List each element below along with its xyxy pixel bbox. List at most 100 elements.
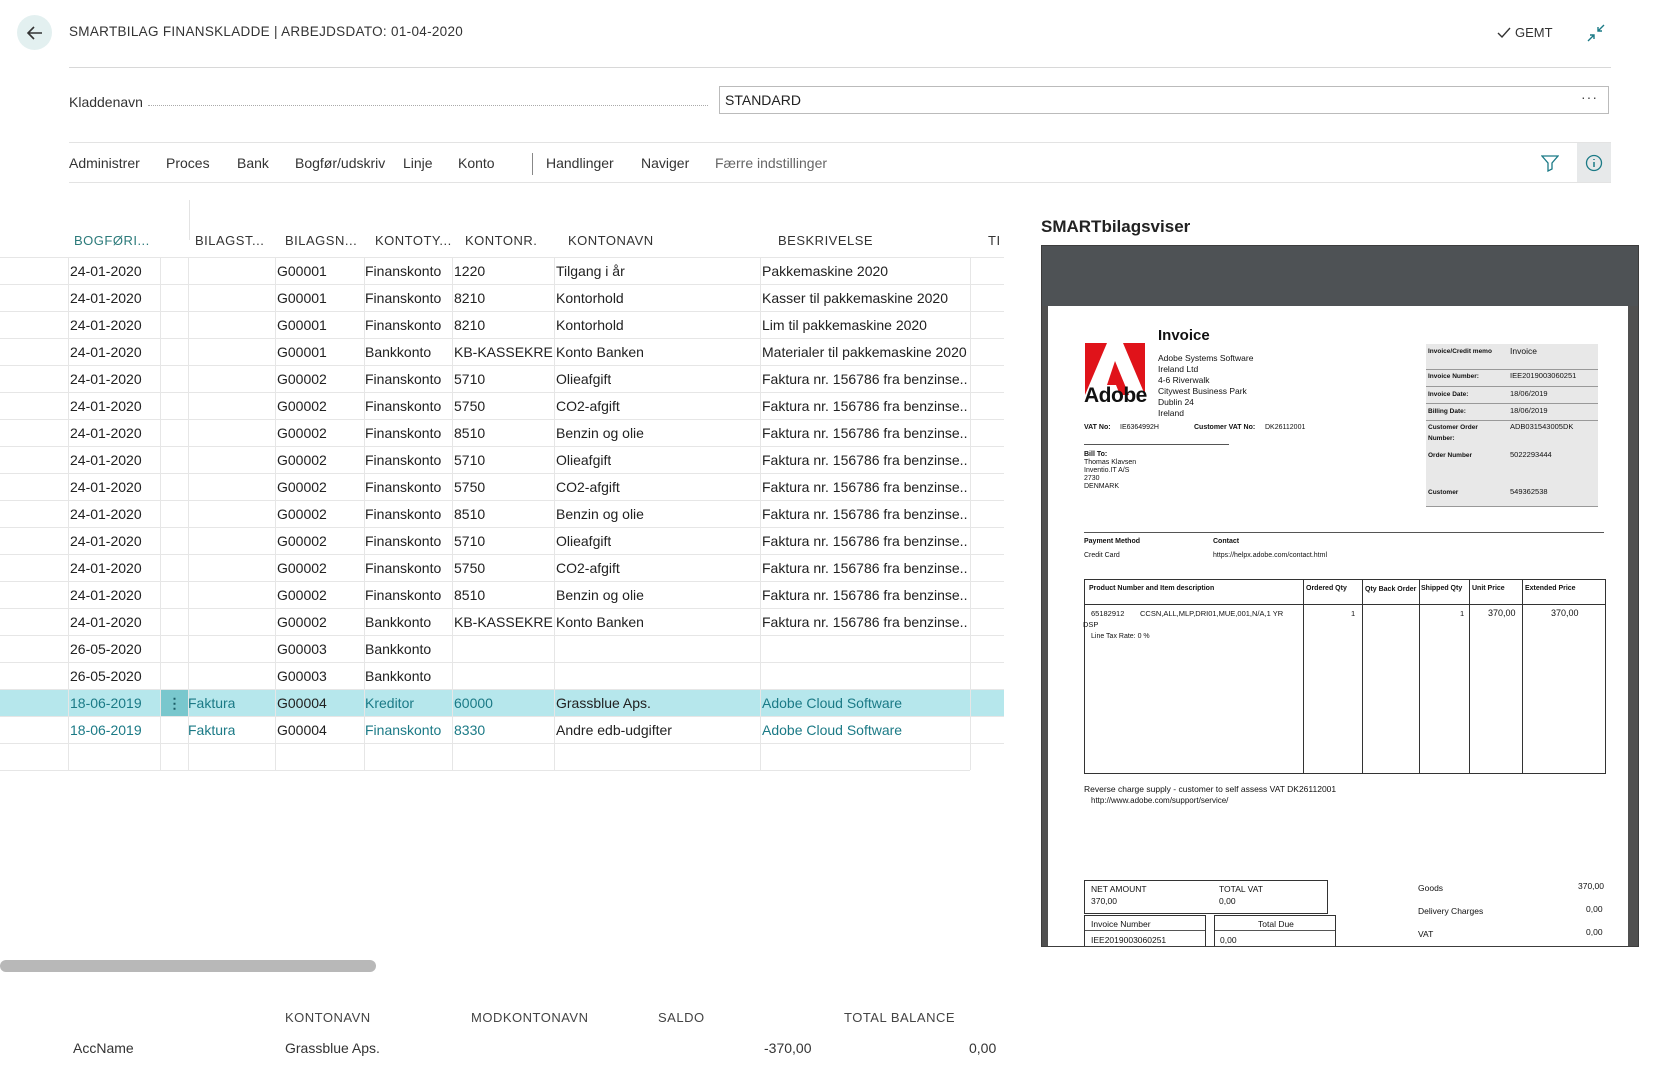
cell-date[interactable]: 24-01-2020: [70, 614, 142, 630]
cell-account-no[interactable]: 1220: [454, 263, 485, 279]
cell-account-no[interactable]: 8330: [454, 722, 485, 738]
cell-date[interactable]: 24-01-2020: [70, 263, 142, 279]
action-linje[interactable]: Linje: [403, 155, 433, 171]
cell-account-name[interactable]: Benzin og olie: [556, 587, 644, 603]
cell-description[interactable]: Faktura nr. 156786 fra benzinse...: [762, 479, 968, 495]
cell-account-name[interactable]: CO2-afgift: [556, 560, 620, 576]
cell-doc-no[interactable]: G00002: [277, 560, 327, 576]
lookup-more-icon[interactable]: ···: [1581, 89, 1598, 105]
table-row[interactable]: ⋮ 18-06-2019 Faktura G00004 Kreditor 60000 Gra…: [0, 689, 1004, 716]
cell-date[interactable]: 24-01-2020: [70, 344, 142, 360]
cell-date[interactable]: 26-05-2020: [70, 641, 142, 657]
table-row[interactable]: 24-01-2020 G00002 Finanskonto 5710 Olieafgif…: [0, 527, 1004, 554]
cell-description[interactable]: Faktura nr. 156786 fra benzinse...: [762, 506, 968, 522]
cell-doc-no[interactable]: G00004: [277, 722, 327, 738]
cell-account-type[interactable]: Finanskonto: [365, 398, 441, 414]
cell-account-no[interactable]: 8210: [454, 317, 485, 333]
cell-description[interactable]: Faktura nr. 156786 fra benzinse...: [762, 425, 968, 441]
cell-doc-no[interactable]: G00002: [277, 506, 327, 522]
filter-icon[interactable]: [1541, 154, 1559, 172]
cell-description[interactable]: Faktura nr. 156786 fra benzinse...: [762, 587, 968, 603]
horizontal-scrollbar[interactable]: [0, 960, 376, 972]
cell-description[interactable]: Materialer til pakkemaskine 2020: [762, 344, 967, 360]
cell-account-name[interactable]: Andre edb-udgifter: [556, 722, 672, 738]
cell-account-no[interactable]: KB-KASSEKRE...: [454, 614, 554, 630]
table-row[interactable]: 24-01-2020 G00002 Bankkonto KB-KASSEKRE... K…: [0, 608, 1004, 635]
cell-doc-no[interactable]: G00001: [277, 344, 327, 360]
table-row[interactable]: 24-01-2020 G00002 Finanskonto 5710 Olieafgif…: [0, 365, 1004, 392]
cell-account-type[interactable]: Bankkonto: [365, 641, 431, 657]
col-header-bilagstype[interactable]: BILAGST...: [195, 233, 264, 248]
cell-date[interactable]: 24-01-2020: [70, 587, 142, 603]
table-row[interactable]: 24-01-2020 G00002 Finanskonto 5710 Olieafgif…: [0, 446, 1004, 473]
cell-doc-no[interactable]: G00001: [277, 317, 327, 333]
cell-date[interactable]: 26-05-2020: [70, 668, 142, 684]
cell-account-no[interactable]: 8510: [454, 587, 485, 603]
cell-description[interactable]: Adobe Cloud Software: [762, 695, 902, 711]
action-bogfor-udskriv[interactable]: Bogfør/udskriv: [295, 155, 385, 171]
cell-doc-no[interactable]: G00002: [277, 479, 327, 495]
collapse-icon[interactable]: [1586, 23, 1606, 43]
cell-description[interactable]: Faktura nr. 156786 fra benzinse...: [762, 533, 968, 549]
cell-account-name[interactable]: Tilgang i år: [556, 263, 625, 279]
cell-account-no[interactable]: KB-KASSEKRE...: [454, 344, 554, 360]
cell-date[interactable]: 24-01-2020: [70, 533, 142, 549]
cell-account-no[interactable]: 8510: [454, 506, 485, 522]
cell-account-type[interactable]: Finanskonto: [365, 587, 441, 603]
cell-date[interactable]: 18-06-2019: [70, 695, 142, 711]
table-row[interactable]: 24-01-2020 G00002 Finanskonto 5750 CO2-afgif…: [0, 473, 1004, 500]
cell-account-no[interactable]: 5710: [454, 371, 485, 387]
cell-account-type[interactable]: Bankkonto: [365, 344, 431, 360]
cell-description[interactable]: Faktura nr. 156786 fra benzinse...: [762, 452, 968, 468]
info-button[interactable]: [1577, 143, 1611, 182]
action-naviger[interactable]: Naviger: [641, 155, 689, 171]
cell-description[interactable]: Faktura nr. 156786 fra benzinse...: [762, 614, 968, 630]
action-faerre-indstillinger[interactable]: Færre indstillinger: [715, 155, 827, 171]
col-header-kontotype[interactable]: KONTOTY...: [375, 233, 452, 248]
table-row[interactable]: 24-01-2020 G00002 Finanskonto 8510 Benzin og…: [0, 500, 1004, 527]
document-viewer[interactable]: Adobe Invoice Adobe Systems Software Ire…: [1041, 245, 1639, 947]
cell-description[interactable]: Faktura nr. 156786 fra benzinse...: [762, 398, 968, 414]
cell-date[interactable]: 24-01-2020: [70, 425, 142, 441]
cell-account-no[interactable]: 5710: [454, 452, 485, 468]
cell-account-name[interactable]: Benzin og olie: [556, 506, 644, 522]
table-row[interactable]: 24-01-2020 G00002 Finanskonto 5750 CO2-afgif…: [0, 554, 1004, 581]
cell-account-no[interactable]: 8210: [454, 290, 485, 306]
table-row[interactable]: 24-01-2020 G00002 Finanskonto 8510 Benzin og…: [0, 581, 1004, 608]
table-row[interactable]: 24-01-2020 G00001 Bankkonto KB-KASSEKRE... K…: [0, 338, 1004, 365]
cell-account-name[interactable]: Grassblue Aps.: [556, 695, 651, 711]
col-header-bogforingsdato[interactable]: BOGFØRI...: [74, 233, 150, 248]
cell-account-no[interactable]: 5750: [454, 560, 485, 576]
cell-account-no[interactable]: 60000: [454, 695, 493, 711]
cell-account-name[interactable]: CO2-afgift: [556, 479, 620, 495]
cell-account-type[interactable]: Bankkonto: [365, 614, 431, 630]
cell-account-type[interactable]: Finanskonto: [365, 317, 441, 333]
cell-date[interactable]: 24-01-2020: [70, 560, 142, 576]
action-administrer[interactable]: Administrer: [69, 155, 140, 171]
table-row[interactable]: 26-05-2020 G00003 Bankkonto: [0, 635, 1004, 662]
cell-account-name[interactable]: Olieafgift: [556, 371, 611, 387]
cell-account-name[interactable]: Konto Banken: [556, 614, 644, 630]
cell-account-type[interactable]: Finanskonto: [365, 533, 441, 549]
cell-description[interactable]: Adobe Cloud Software: [762, 722, 902, 738]
cell-description[interactable]: Pakkemaskine 2020: [762, 263, 888, 279]
cell-doc-no[interactable]: G00002: [277, 533, 327, 549]
cell-account-type[interactable]: Finanskonto: [365, 479, 441, 495]
cell-account-no[interactable]: 5750: [454, 479, 485, 495]
cell-description[interactable]: Kasser til pakkemaskine 2020: [762, 290, 948, 306]
table-row[interactable]: [0, 743, 1004, 770]
cell-date[interactable]: 24-01-2020: [70, 398, 142, 414]
cell-date[interactable]: 24-01-2020: [70, 452, 142, 468]
cell-account-no[interactable]: 8510: [454, 425, 485, 441]
col-header-truncated[interactable]: TI: [988, 233, 1001, 248]
back-button[interactable]: [17, 15, 52, 50]
col-header-bilagsnr[interactable]: BILAGSN...: [285, 233, 357, 248]
cell-doc-no[interactable]: G00002: [277, 452, 327, 468]
cell-description[interactable]: Lim til pakkemaskine 2020: [762, 317, 927, 333]
cell-doc-type[interactable]: Faktura: [188, 695, 235, 711]
cell-description[interactable]: Faktura nr. 156786 fra benzinse...: [762, 560, 968, 576]
cell-account-name[interactable]: Benzin og olie: [556, 425, 644, 441]
cell-account-name[interactable]: Kontorhold: [556, 317, 624, 333]
cell-doc-no[interactable]: G00002: [277, 587, 327, 603]
cell-account-no[interactable]: 5710: [454, 533, 485, 549]
